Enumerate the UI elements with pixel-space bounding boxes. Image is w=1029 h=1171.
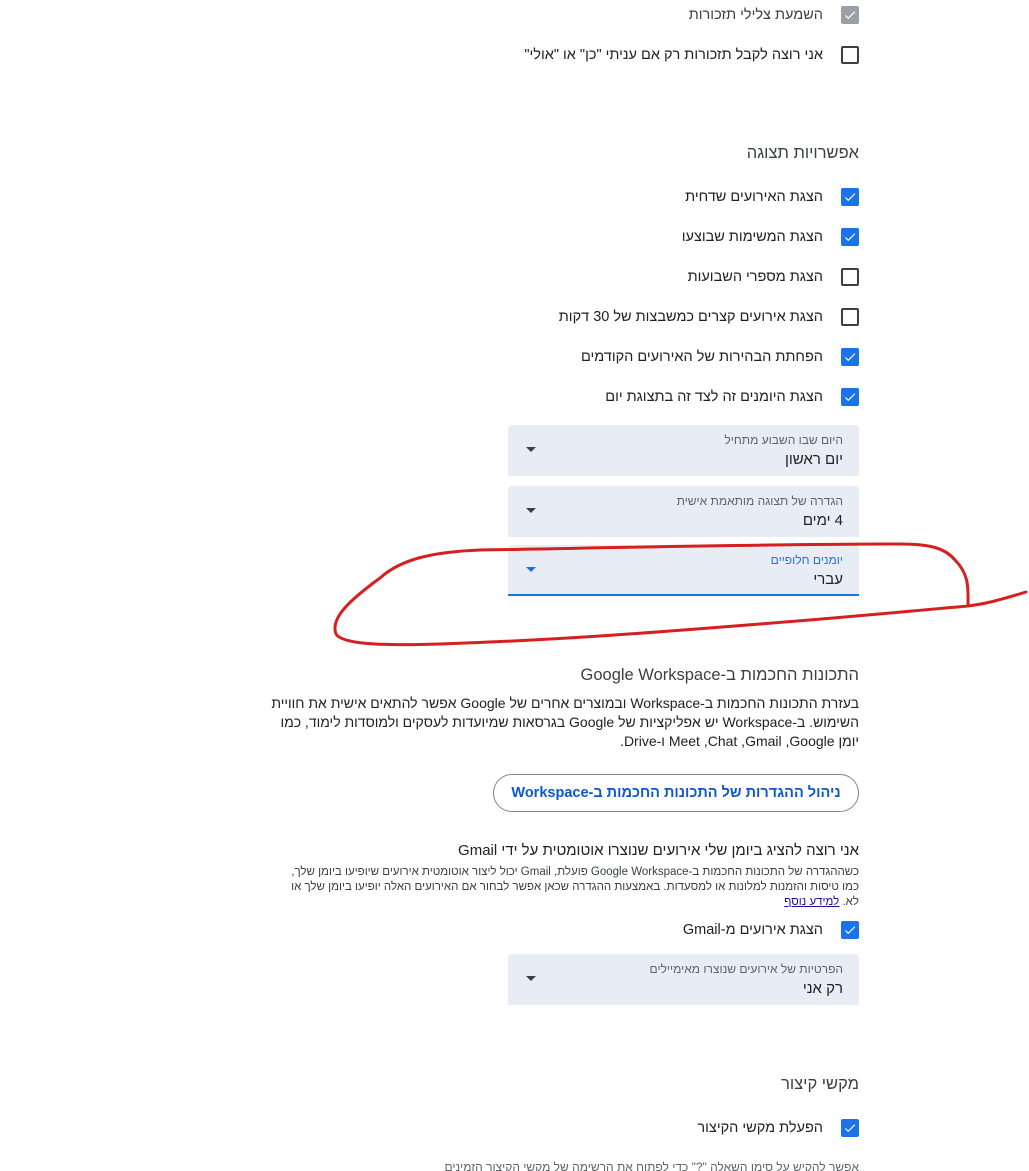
short-events-label: הצגת אירועים קצרים כמשבצות של 30 דקות (558, 309, 823, 325)
checkmark-icon (844, 393, 856, 402)
dim-past-events-checkbox[interactable] (841, 348, 859, 366)
only-if-yes-row[interactable]: אני רוצה לקבל תזכורות רק אם עניתי "כן" א… (524, 43, 859, 67)
show-week-numbers-label: הצגת מספרי השבועות (687, 269, 823, 285)
side-by-side-checkbox[interactable] (841, 388, 859, 406)
dropdown-arrow-icon (526, 508, 536, 513)
custom-view-label: הגדרה של תצוגה מותאמת אישית (676, 494, 843, 508)
show-completed-tasks-checkbox[interactable] (841, 228, 859, 246)
show-declined-checkbox[interactable] (841, 188, 859, 206)
side-by-side-label: הצגת היומנים זה לצד זה בתצוגת יום (605, 389, 823, 405)
show-week-numbers-checkbox[interactable] (841, 268, 859, 286)
enable-shortcuts-row[interactable]: הפעלת מקשי הקיצור (697, 1116, 859, 1140)
show-gmail-events-checkbox[interactable] (841, 921, 859, 939)
dim-past-events-row[interactable]: הפחתת הבהירות של האירועים הקודמים (581, 345, 859, 369)
gmail-description-line: כמו טיסות והזמנות למלונות או למסעדות. בא… (291, 881, 859, 893)
short-events-checkbox[interactable] (841, 308, 859, 326)
show-completed-tasks-label: הצגת המשימות שבוצעו (681, 229, 823, 245)
show-declined-label: הצגת האירועים שדחית (685, 189, 823, 205)
gmail-privacy-label: הפרטיות של אירועים שנוצרו מאימיילים (649, 962, 843, 976)
show-completed-tasks-row[interactable]: הצגת המשימות שבוצעו (682, 225, 859, 249)
only-if-yes-label: אני רוצה לקבל תזכורות רק אם עניתי "כן" א… (524, 47, 823, 63)
checkmark-icon (844, 1124, 856, 1133)
shortcuts-hint: אפשר להקיש על סימן השאלה "?" כדי לפתוח א… (444, 1160, 859, 1171)
custom-view-select[interactable]: הגדרה של תצוגה מותאמת אישית 4 ימים (508, 486, 859, 537)
alternate-calendar-select[interactable]: יומנים חלופיים עברי (508, 545, 859, 596)
checkmark-icon (844, 193, 856, 202)
smart-features-description: בעזרת התכונות החכמות ב-Workspace ובמוצרי… (255, 694, 859, 751)
custom-view-value: 4 ימים (802, 512, 843, 529)
alternate-calendar-value: עברי (813, 571, 843, 588)
dropdown-arrow-icon (526, 447, 536, 452)
gmail-description-end: לא. (842, 896, 859, 908)
learn-more-link[interactable]: למידע נוסף (784, 896, 839, 908)
gmail-events-heading: אני רוצה להציג ביומן שלי אירועים שנוצרו … (458, 842, 859, 859)
play-sounds-checkbox[interactable] (841, 6, 859, 24)
gmail-description-line: כשההגדרה של התכונות החכמות ב-Google Work… (291, 866, 859, 878)
dropdown-arrow-icon (526, 976, 536, 981)
play-sounds-label: השמעת צלילי תזכורות (688, 7, 823, 23)
show-gmail-events-row[interactable]: הצגת אירועים מ-Gmail (683, 918, 859, 942)
gmail-privacy-select[interactable]: הפרטיות של אירועים שנוצרו מאימיילים רק א… (508, 954, 859, 1005)
short-events-row[interactable]: הצגת אירועים קצרים כמשבצות של 30 דקות (559, 305, 859, 329)
manage-smart-features-button[interactable]: ניהול ההגדרות של התכונות החכמות ב-Worksp… (493, 774, 859, 812)
show-week-numbers-row[interactable]: הצגת מספרי השבועות (688, 265, 859, 289)
enable-shortcuts-checkbox[interactable] (841, 1119, 859, 1137)
gmail-privacy-value: רק אני (802, 980, 843, 997)
smart-features-description-line: בעזרת התכונות החכמות ב-Workspace ובמוצרי… (271, 695, 859, 711)
week-start-label: היום שבו השבוע מתחיל (724, 433, 843, 447)
smart-features-description-line: יומן Google‏, Gmail‏, Chat‏, Meet ו-Driv… (620, 733, 859, 749)
gmail-events-description: כשההגדרה של התכונות החכמות ב-Google Work… (253, 865, 859, 910)
checkmark-icon (844, 233, 856, 242)
view-options-title: אפשרויות תצוגה (746, 144, 859, 162)
only-if-yes-checkbox[interactable] (841, 46, 859, 64)
week-start-value: יום ראשון (784, 451, 843, 468)
dropdown-arrow-icon (526, 567, 536, 572)
checkmark-icon (844, 926, 856, 935)
checkmark-icon (844, 353, 856, 362)
side-by-side-row[interactable]: הצגת היומנים זה לצד זה בתצוגת יום (605, 385, 859, 409)
shortcuts-title: מקשי קיצור (781, 1075, 859, 1093)
smart-features-title: התכונות החכמות ב-Google Workspace (580, 666, 859, 684)
checkmark-icon (844, 11, 856, 20)
calendar-settings-page: השמעת צלילי תזכורות אני רוצה לקבל תזכורו… (0, 0, 1029, 1171)
week-start-select[interactable]: היום שבו השבוע מתחיל יום ראשון (508, 425, 859, 476)
alternate-calendar-label: יומנים חלופיים (770, 553, 843, 567)
smart-features-description-line: השימוש. ב-Workspace יש אפליקציות של Goog… (280, 714, 859, 730)
dim-past-events-label: הפחתת הבהירות של האירועים הקודמים (580, 349, 823, 365)
show-declined-row[interactable]: הצגת האירועים שדחית (685, 185, 859, 209)
gmail-description-line: לא. למידע נוסף (253, 895, 859, 910)
play-sounds-row[interactable]: השמעת צלילי תזכורות (689, 3, 859, 27)
show-gmail-events-label: הצגת אירועים מ-Gmail (682, 922, 823, 938)
enable-shortcuts-label: הפעלת מקשי הקיצור (697, 1120, 823, 1136)
